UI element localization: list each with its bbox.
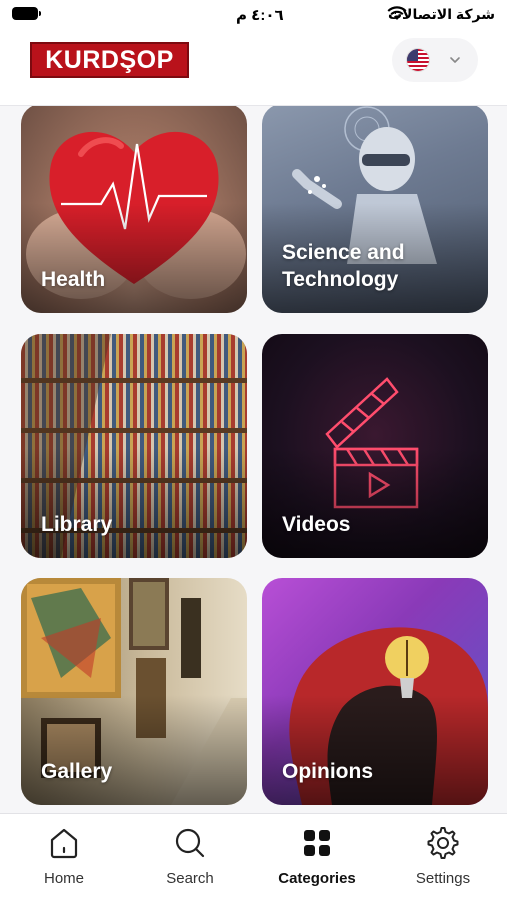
category-card-opinions[interactable]: Opinions (262, 578, 488, 805)
category-label-opinions: Opinions (282, 760, 373, 783)
bottom-nav: Home Search Categories Settings (0, 813, 507, 900)
gear-icon (427, 827, 459, 859)
app-screen: ٤:٠٦ م شركة الاتصالات KURDŞOP Health Sci… (0, 0, 507, 900)
kurdsop-logo[interactable]: KURDŞOP (30, 42, 189, 78)
category-label-science-technology: Science and Technology (282, 241, 405, 291)
chevron-down-icon (450, 57, 460, 63)
category-card-gallery[interactable]: Gallery (21, 578, 247, 805)
language-selector[interactable] (392, 38, 478, 82)
nav-tab-home[interactable]: Home (14, 826, 114, 887)
us-flag-icon (406, 48, 430, 72)
home-icon (50, 828, 78, 859)
nav-label-settings: Settings (415, 870, 471, 887)
category-card-science-technology[interactable]: Science and Technology (262, 106, 488, 313)
category-card-health[interactable]: Health (21, 106, 247, 313)
categories-grid: Health Science and Technology Library Vi… (0, 106, 507, 813)
battery-icon (12, 7, 41, 20)
logo-text: KURDŞOP (45, 45, 174, 74)
category-label-gallery: Gallery (41, 760, 113, 783)
search-icon (175, 828, 205, 858)
category-label-videos: Videos (282, 513, 351, 536)
nav-tab-categories[interactable]: Categories (267, 826, 367, 887)
nav-label-search: Search (166, 870, 214, 887)
nav-tab-search[interactable]: Search (140, 826, 240, 887)
nav-tab-settings[interactable]: Settings (393, 826, 493, 887)
status-time: ٤:٠٦ م (236, 7, 284, 24)
nav-label-home: Home (43, 870, 84, 887)
status-bar: ٤:٠٦ م شركة الاتصالات (0, 0, 507, 30)
category-label-library: Library (41, 513, 113, 536)
carrier-name: شركة الاتصالات (387, 6, 495, 22)
category-card-videos[interactable]: Videos (262, 334, 488, 558)
grid-icon (304, 830, 330, 856)
category-label-health: Health (41, 268, 106, 291)
app-header: KURDŞOP (0, 30, 507, 106)
category-card-library[interactable]: Library (21, 334, 247, 558)
nav-label-categories: Categories (278, 870, 356, 887)
